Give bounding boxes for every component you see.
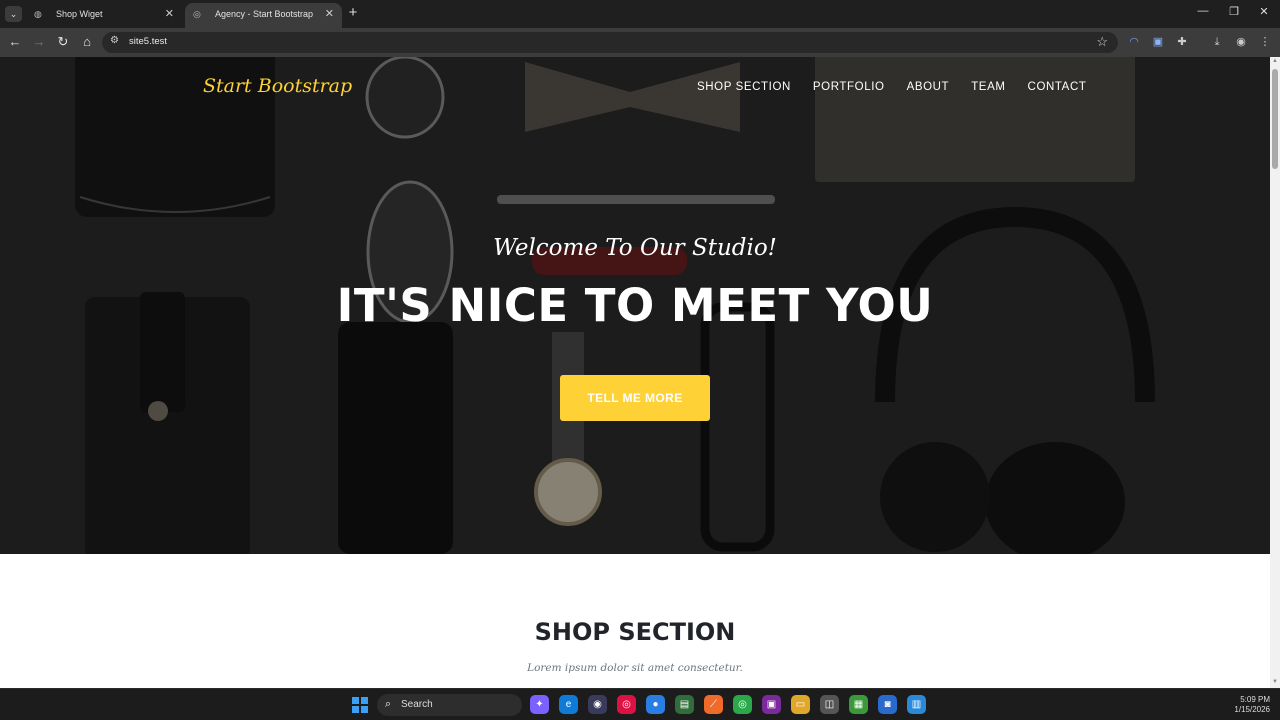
search-label: Search bbox=[401, 699, 433, 710]
nav-link-about[interactable]: ABOUT bbox=[907, 81, 950, 93]
edge-icon[interactable]: e bbox=[559, 695, 578, 714]
minimize-icon[interactable]: — bbox=[1196, 5, 1210, 17]
menu-kebab-icon[interactable]: ⋮ bbox=[1258, 35, 1272, 49]
scrollbar-thumb[interactable] bbox=[1272, 69, 1278, 169]
tab-shop-widget[interactable]: ◍ Shop Wiget ✕ bbox=[26, 3, 182, 28]
restore-icon[interactable]: ❐ bbox=[1227, 5, 1241, 18]
download-icon[interactable]: ⤓ bbox=[1210, 35, 1224, 49]
taskbar-search[interactable]: ⌕ Search bbox=[377, 694, 522, 716]
url-text: site5.test bbox=[129, 36, 168, 47]
taskbar-clock[interactable]: 5:09 PM 1/15/2026 bbox=[1226, 695, 1270, 715]
screenshot-icon[interactable]: ◫ bbox=[820, 695, 839, 714]
notepad-icon[interactable]: ▦ bbox=[849, 695, 868, 714]
nav-link-team[interactable]: TEAM bbox=[971, 81, 1005, 93]
scroll-down-icon[interactable]: ▼ bbox=[1272, 679, 1278, 685]
tell-me-more-button[interactable]: TELL ME MORE bbox=[560, 375, 710, 421]
extensions-puzzle-icon[interactable]: ✚ bbox=[1175, 35, 1189, 49]
calculator-icon[interactable]: ▥ bbox=[907, 695, 926, 714]
page-scrollbar[interactable]: ▲ ▼ bbox=[1270, 57, 1280, 688]
close-window-icon[interactable]: ✕ bbox=[1257, 5, 1271, 18]
bookmark-star-icon[interactable]: ☆ bbox=[1096, 34, 1108, 50]
nav-link-portfolio[interactable]: PORTFOLIO bbox=[813, 81, 885, 93]
recorder-icon[interactable]: ◙ bbox=[878, 695, 897, 714]
editor-icon[interactable]: ▣ bbox=[762, 695, 781, 714]
tab-title: Agency - Start Bootstrap Theme bbox=[215, 9, 315, 19]
app-icon[interactable]: ● bbox=[646, 695, 665, 714]
app-orange-icon[interactable]: ⟋ bbox=[704, 695, 723, 714]
nav-link-contact[interactable]: CONTACT bbox=[1028, 81, 1087, 93]
page-viewport: Start Bootstrap SHOP SECTION PORTFOLIO A… bbox=[0, 57, 1280, 688]
main-nav: SHOP SECTION PORTFOLIO ABOUT TEAM CONTAC… bbox=[697, 81, 1086, 93]
clock-time: 5:09 PM bbox=[1240, 695, 1270, 704]
screen-capture-icon[interactable]: ▣ bbox=[1151, 35, 1165, 49]
nav-link-shop-section[interactable]: SHOP SECTION bbox=[697, 81, 791, 93]
file-explorer-icon[interactable]: ▭ bbox=[791, 695, 810, 714]
copilot-icon[interactable]: ✦ bbox=[530, 695, 549, 714]
extension-icon[interactable]: ◠ bbox=[1127, 35, 1141, 49]
tab-title: Shop Wiget bbox=[56, 9, 103, 19]
scroll-up-icon[interactable]: ▲ bbox=[1272, 58, 1278, 64]
tab-search-button[interactable]: ⌄ bbox=[5, 6, 22, 22]
taskbar: ⌕ Search ✦ e ◉ ◎ ● ▤ ⟋ ◎ ▣ ▭ ◫ ▦ ◙ ▥ 5:0… bbox=[0, 688, 1280, 720]
site-info-icon[interactable]: ⚙ bbox=[110, 35, 119, 46]
new-tab-button[interactable]: + bbox=[346, 4, 360, 21]
windows-start-icon[interactable] bbox=[352, 697, 368, 713]
watermark: IIElevenLabs bbox=[1055, 660, 1213, 688]
vpn-icon[interactable]: ◉ bbox=[588, 695, 607, 714]
address-bar[interactable]: ⚙ site5.test ☆ bbox=[102, 32, 1118, 53]
profile-avatar-icon[interactable]: ◉ bbox=[1234, 35, 1248, 49]
browser-tabbar: ⌄ ◍ Shop Wiget ✕ ◎ Agency - Start Bootst… bbox=[0, 0, 1280, 28]
hero-subheading: Welcome To Our Studio! bbox=[493, 235, 777, 261]
browser-toolbar: ← → ↻ ⌂ ⚙ site5.test ☆ ◠ ▣ ✚ ⤓ ◉ ⋮ bbox=[0, 28, 1280, 57]
tab-close-icon[interactable]: ✕ bbox=[325, 3, 334, 25]
back-icon[interactable]: ← bbox=[7, 34, 23, 50]
chrome-profile-icon[interactable]: ◎ bbox=[733, 695, 752, 714]
reload-icon[interactable]: ↻ bbox=[55, 34, 71, 50]
hero-heading: IT'S NICE TO MEET YOU bbox=[336, 279, 934, 332]
tab-agency[interactable]: ◎ Agency - Start Bootstrap Theme ✕ bbox=[185, 3, 342, 28]
chrome-icon[interactable]: ◎ bbox=[617, 695, 636, 714]
navbar-brand[interactable]: Start Bootstrap bbox=[203, 75, 352, 97]
search-icon: ⌕ bbox=[385, 698, 392, 710]
forward-icon[interactable]: → bbox=[31, 34, 47, 50]
tab-close-icon[interactable]: ✕ bbox=[165, 3, 174, 25]
tab-favicon-icon: ◍ bbox=[34, 9, 42, 19]
clock-date: 1/15/2026 bbox=[1234, 705, 1270, 714]
terminal-icon[interactable]: ▤ bbox=[675, 695, 694, 714]
home-icon[interactable]: ⌂ bbox=[79, 34, 95, 50]
hero-masthead: Start Bootstrap SHOP SECTION PORTFOLIO A… bbox=[0, 57, 1270, 554]
section-heading: SHOP SECTION bbox=[534, 618, 736, 646]
tab-favicon-icon: ◎ bbox=[193, 9, 201, 19]
